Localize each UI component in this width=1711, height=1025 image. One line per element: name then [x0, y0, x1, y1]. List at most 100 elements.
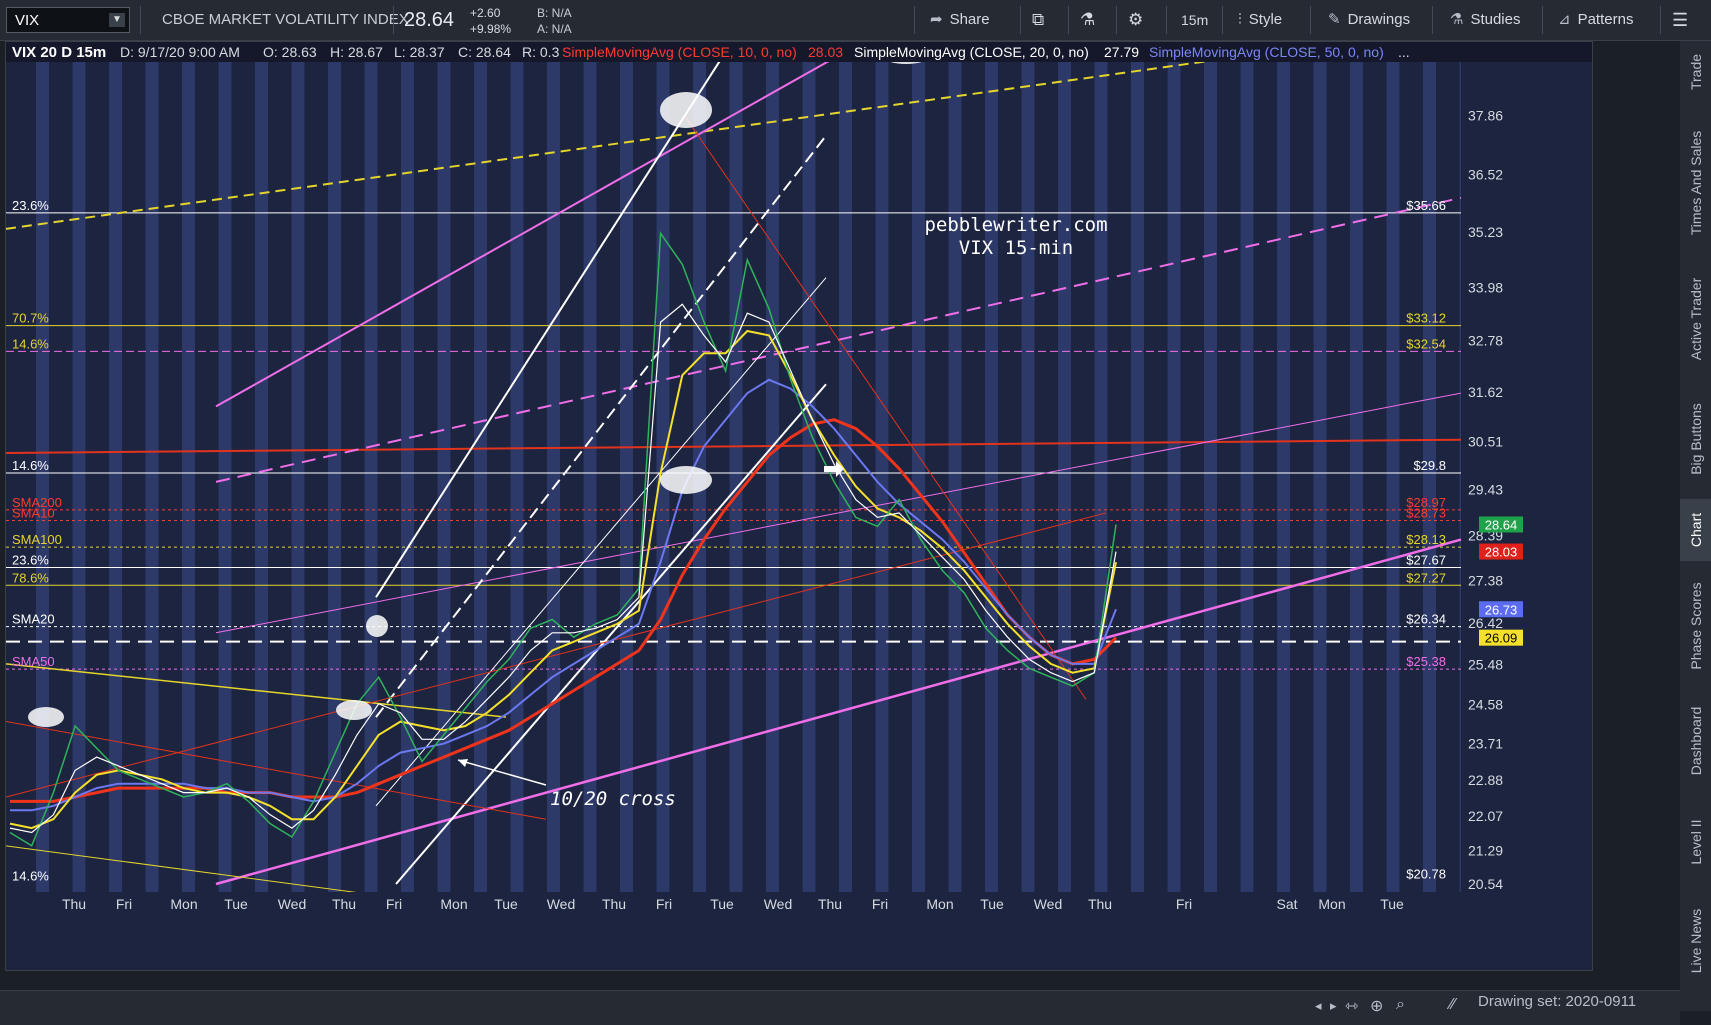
studies-button[interactable]: ⚗ Studies	[1450, 6, 1521, 34]
tab-chart[interactable]: Chart	[1680, 499, 1711, 561]
level-label-left: SMA50	[12, 654, 55, 669]
instrument-name: CBOE MARKET VOLATILITY INDEX	[162, 11, 409, 28]
after-hours-band	[1386, 62, 1400, 892]
highlight-ellipse	[336, 700, 372, 720]
detach-icon: ⧉	[1032, 10, 1045, 29]
after-hours-band	[437, 62, 451, 892]
after-hours-band	[583, 62, 597, 892]
header-sma10-label: SimpleMovingAvg (CLOSE, 10, 0, no)	[562, 44, 797, 60]
after-hours-band	[1094, 62, 1108, 892]
drawing-set-label[interactable]: Drawing set: 2020-0911	[1478, 993, 1636, 1010]
flask-icon: ⚗	[1080, 10, 1096, 29]
patterns-button[interactable]: ⊿ Patterns	[1558, 6, 1633, 34]
price-tick-label: 31.62	[1468, 384, 1503, 400]
toolbar-divider	[140, 6, 141, 34]
scroll-left-icon[interactable]: ◂	[1315, 998, 1322, 1014]
drawing-tool-icon[interactable]: ⁄⁄	[1450, 996, 1455, 1014]
level-label-right: $27.27	[1406, 570, 1446, 585]
header-high: H: 28.67	[330, 44, 383, 60]
after-hours-band	[985, 62, 998, 892]
share-button[interactable]: ➦ Share	[930, 6, 990, 34]
after-hours-band	[1131, 62, 1144, 892]
tab-phase-scores[interactable]: Phase Scores	[1680, 571, 1711, 681]
candles-icon: ⫶	[1238, 11, 1242, 28]
settings-button[interactable]: ⚙	[1128, 6, 1143, 34]
time-tick-label: Wed	[764, 896, 793, 912]
time-tick-label: Fri	[656, 896, 672, 912]
header-sma10-value: 28.03	[808, 44, 843, 60]
time-tick-label: Thu	[1088, 896, 1112, 912]
tab-level-ii[interactable]: Level II	[1680, 801, 1711, 883]
level-label-right: $32.54	[1406, 336, 1446, 351]
after-hours-band	[948, 62, 962, 892]
header-open: O: 28.63	[263, 44, 317, 60]
toolbar-divider	[914, 6, 915, 34]
price-tick-label: 30.51	[1468, 433, 1503, 449]
chart-area[interactable]: 23.6% 70.7% 14.6% 14.6% SMA200 SMA10 SMA100 23.…	[5, 41, 1593, 971]
price-change: +2.60	[470, 6, 501, 20]
price-tick-label: 21.29	[1468, 843, 1503, 859]
header-close: C: 28.64	[458, 44, 511, 60]
tab-live-news[interactable]: Live News	[1680, 893, 1711, 989]
price-badge-text: 28.64	[1485, 517, 1518, 532]
time-tick-label: Fri	[116, 896, 132, 912]
tab-dashboard[interactable]: Dashboard	[1680, 691, 1711, 791]
level-label-left: SMA10	[12, 505, 55, 520]
toolbar-divider	[1542, 6, 1543, 34]
level-label-left: SMA20	[12, 612, 55, 627]
interval-button[interactable]: 15m	[1181, 6, 1208, 34]
time-tick-label: Mon	[440, 896, 467, 912]
toolbar-divider	[1166, 6, 1167, 34]
time-tick-label: Mon	[170, 896, 197, 912]
style-button[interactable]: ⫶ Style	[1238, 6, 1282, 34]
scroll-right-icon[interactable]: ▸	[1330, 998, 1337, 1014]
tab-label: Level II	[1687, 819, 1704, 865]
expand-time-icon[interactable]: ⇿	[1345, 996, 1358, 1016]
price-tick-label: 23.71	[1468, 735, 1503, 751]
magenta-upper-channel	[215, 50, 847, 408]
time-tick-label: Fri	[386, 896, 402, 912]
symbol-input[interactable]: VIX ▼	[6, 7, 130, 33]
symbol-dropdown-icon[interactable]: ▼	[109, 13, 125, 27]
flask-small-icon: ⚗	[1450, 11, 1464, 28]
level-label-left: 14.6%	[12, 869, 49, 884]
level-label-left: 70.7%	[12, 311, 49, 326]
after-hours-band	[1167, 62, 1181, 892]
tab-active-trader[interactable]: Active Trader	[1680, 263, 1711, 375]
after-hours-band	[145, 62, 159, 892]
toolbar: VIX ▼ CBOE MARKET VOLATILITY INDEX 28.64…	[0, 0, 1711, 41]
detach-button[interactable]: ⧉	[1032, 6, 1044, 34]
price-tick-label: 32.78	[1468, 333, 1503, 349]
annotation-text: 10/20 cross	[550, 788, 676, 810]
bottom-toolbar: ◂ ▸ ⇿ ⊕ ⌕ ⁄⁄	[0, 990, 1680, 1025]
price-badge-text: 26.73	[1485, 602, 1518, 617]
level-label-left: 14.6%	[12, 458, 49, 473]
symbol-text: VIX	[15, 12, 40, 29]
patterns-icon: ⊿	[1558, 11, 1571, 28]
after-hours-band	[766, 62, 779, 892]
after-hours-band	[547, 62, 560, 892]
after-hours-band	[218, 62, 232, 892]
price-chart[interactable]: 23.6%70.7%14.6%14.6%SMA200SMA10SMA10023.…	[6, 42, 1592, 970]
time-tick-label: Thu	[62, 896, 86, 912]
tab-trade[interactable]: Trade	[1680, 45, 1711, 99]
price-tick-label: 35.23	[1468, 224, 1503, 240]
tab-times-and-sales[interactable]: Times And Sales	[1680, 113, 1711, 253]
crosshair-icon[interactable]: ⊕	[1370, 996, 1383, 1016]
menu-button[interactable]: ☰	[1672, 6, 1688, 34]
after-hours-band	[401, 62, 414, 892]
after-hours-band	[912, 62, 925, 892]
price-tick-label: 33.98	[1468, 279, 1503, 295]
after-hours-band	[1058, 62, 1071, 892]
zoom-icon[interactable]: ⌕	[1396, 996, 1405, 1014]
level-label-right: $26.34	[1406, 612, 1446, 627]
time-tick-label: Tue	[980, 896, 1004, 912]
level-label-right: $28.13	[1406, 532, 1446, 547]
price-tick-label: 29.43	[1468, 481, 1503, 497]
tab-big-buttons[interactable]: Big Buttons	[1680, 391, 1711, 487]
toolbar-divider	[393, 6, 394, 34]
time-tick-label: Thu	[818, 896, 842, 912]
toolbar-divider	[1222, 6, 1223, 34]
flask-button[interactable]: ⚗	[1080, 6, 1095, 34]
drawings-button[interactable]: ✎ Drawings	[1328, 6, 1410, 34]
